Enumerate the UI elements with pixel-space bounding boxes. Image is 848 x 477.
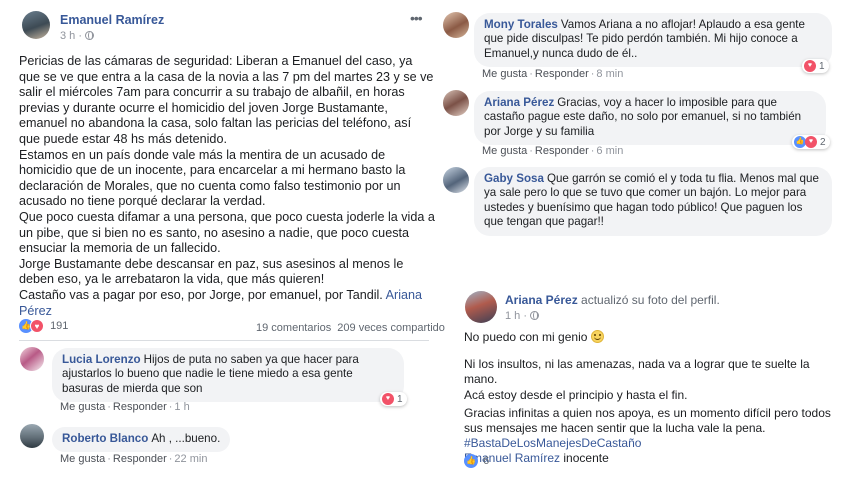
post-body: Pericias de las cámaras de seguridad: Li… [19,54,435,319]
comment-bubble-lucia: Lucia Lorenzo Hijos de puta no saben ya q… [52,348,404,403]
comment-bubble-ariana: Ariana Pérez Gracias, voy a hacer lo impo… [474,91,826,146]
reactions-count: 6 [483,454,490,467]
comment-actions: Me gusta · Responder · 22 min [60,453,208,465]
post-closing-text: Castaño vas a pagar por eso, por Jorge, … [19,287,383,302]
right-post: Ariana Pérez actualizó su foto del perfi… [455,282,848,477]
comment-actions: Me gusta · Responder · 1 h [60,401,190,413]
comment-reactions[interactable]: ♥ 1 [802,59,829,73]
post-paragraph-1: Pericias de las cámaras de seguridad: Li… [19,54,434,146]
more-options-icon[interactable]: ••• [410,10,423,26]
comment-author[interactable]: Roberto Blanco [62,432,148,445]
shares-count[interactable]: 209 veces compartido [337,322,445,334]
post-paragraph-3: Que poco cuesta difamar a una persona, q… [19,209,435,256]
reactions-count: 191 [50,319,69,332]
comment-author[interactable]: Gaby Sosa [484,172,544,185]
post-author[interactable]: Ariana Pérez [505,293,578,307]
like-link[interactable]: Me gusta [60,453,105,465]
comments-count[interactable]: 19 comentarios [256,322,331,334]
comment-author[interactable]: Lucia Lorenzo [62,353,141,366]
comment-reactions[interactable]: ♥ 1 [380,392,407,406]
reply-link[interactable]: Responder [113,453,167,465]
comment-time[interactable]: 6 min [596,145,623,157]
post-reactions-summary[interactable]: 👍 ♥ 191 [19,319,68,333]
post-time[interactable]: 3 h · [60,30,95,42]
post-line-4: Gracias infinitas a quien nos apoya, es … [464,405,831,436]
post-header: Ariana Pérez actualizó su foto del perfi… [505,293,720,307]
post-divider [19,340,429,341]
comment-author[interactable]: Mony Torales [484,18,558,31]
lucia-avatar[interactable] [20,347,44,371]
comment-actions: Me gusta · Responder · 8 min [482,68,624,80]
comment-reactions[interactable]: 👍 ♥ 2 [792,135,830,149]
left-post: Emanuel Ramírez 3 h · ••• Pericias de la… [0,0,445,477]
ariana-profile-avatar[interactable] [465,291,497,323]
comment-time[interactable]: 1 h [174,401,189,413]
post-line-3: Acá estoy desde el principio y hasta el … [464,387,688,402]
comment-reaction-count: 1 [819,60,825,72]
comment-bubble-gaby: Gaby Sosa Que garrón se comió el y toda t… [474,167,832,236]
love-reaction-icon: ♥ [30,319,44,333]
gaby-avatar[interactable] [443,167,469,193]
roberto-avatar[interactable] [20,424,44,448]
post-reactions-summary[interactable]: 👍 6 [464,454,489,468]
comment-time[interactable]: 8 min [596,68,623,80]
comment-time[interactable]: 22 min [174,453,207,465]
post-paragraph-5: Castaño vas a pagar por eso, por Jorge, … [19,288,435,319]
reply-link[interactable]: Responder [535,145,589,157]
mony-avatar[interactable] [443,12,469,38]
post-engagement-counts: 19 comentarios 209 veces compartido [256,322,445,334]
emanuel-avatar[interactable] [22,11,50,39]
reply-link[interactable]: Responder [535,68,589,80]
post-time-text[interactable]: 1 h · [505,310,527,322]
globe-icon [85,31,95,40]
love-reaction-icon: ♥ [382,393,394,405]
like-link[interactable]: Me gusta [482,68,527,80]
ariana-avatar[interactable] [443,90,469,116]
love-reaction-icon: ♥ [805,136,817,148]
post-line-6: Emanuel Ramírez inocente [464,451,844,466]
globe-icon [530,311,540,320]
post-author[interactable]: Emanuel Ramírez [60,13,164,27]
tag-suffix: inocente [563,451,609,466]
post-time-text[interactable]: 3 h · [60,30,82,42]
comment-reaction-count: 2 [820,136,826,148]
post-line-1: No puedo con mi genio [464,330,844,345]
post-action-text: actualizó su foto del perfil. [581,293,720,307]
comment-reaction-count: 1 [397,393,403,405]
right-comments: Mony Torales Vamos Ariana a no aflojar! A… [440,0,848,240]
comment-text: Ah , ...bueno. [151,432,221,445]
comment-actions: Me gusta · Responder · 6 min [482,145,624,157]
post-paragraph-2: Estamos en un país donde vale más la men… [19,147,406,209]
comment-bubble-roberto: Roberto Blanco Ah , ...bueno. [52,427,231,453]
comment-author[interactable]: Ariana Pérez [484,96,554,109]
post-line-2: Ni los insultos, ni las amenazas, nada v… [464,357,810,387]
hashtag-link[interactable]: #BastaDeLosManejesDeCastaño [464,436,844,451]
comment-bubble-mony: Mony Torales Vamos Ariana a no aflojar! A… [474,13,832,68]
smiley-icon [590,330,604,343]
post-paragraph-4: Jorge Bustamante debe descansar en paz, … [19,256,404,287]
love-reaction-icon: ♥ [804,60,816,72]
post-body: No puedo con mi genio Ni los insultos, n… [464,330,844,467]
like-link[interactable]: Me gusta [60,401,105,413]
like-reaction-icon: 👍 [464,454,478,468]
post-time[interactable]: 1 h · [505,310,540,322]
reply-link[interactable]: Responder [113,401,167,413]
post-line-1-text: No puedo con mi genio [464,330,588,344]
like-link[interactable]: Me gusta [482,145,527,157]
